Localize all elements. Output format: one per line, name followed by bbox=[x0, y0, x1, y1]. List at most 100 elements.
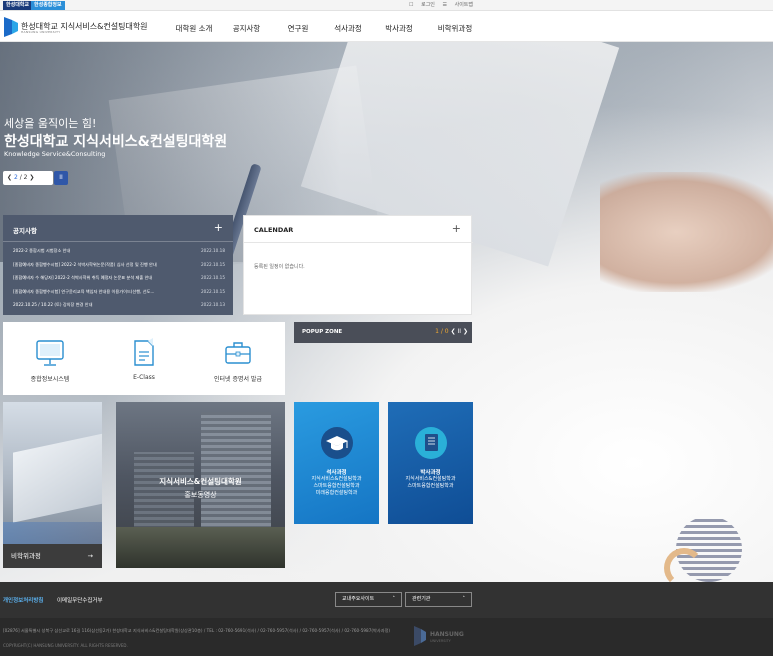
document-icon bbox=[134, 338, 154, 366]
privacy-policy-link[interactable]: 개인정보처리방침 bbox=[3, 596, 43, 604]
doctoral-dept: 스마트융합컨설팅학과 bbox=[407, 483, 454, 489]
slide-pager: ❮ 2 / 2 ❯ bbox=[3, 171, 53, 185]
main-nav: 대학원 소개 공지사항 연구원 석사과정 박사과정 비학위과정 bbox=[168, 23, 485, 34]
notice-item[interactable]: 2022.10.25 / 10.22 (토) 강의장 변경 안내 2022.10.… bbox=[13, 301, 225, 315]
doctoral-dept: 지식서비스&컨설팅학과 bbox=[405, 476, 456, 482]
notice-list: 2022-2 종합시험 시험장소 안내 2022.10.18 [종합예비자 종합행… bbox=[13, 247, 225, 315]
nondegree-card-label: 비학위과정 bbox=[11, 552, 41, 560]
masters-title: 석사과정 bbox=[326, 470, 347, 476]
footer-address: [02876] 서울특별시 성북구 삼선교로 16길 116(삼선동2가) 한성… bbox=[3, 628, 391, 633]
footer-logo-icon bbox=[414, 626, 426, 646]
masters-dept: 스마트융합컨설팅학과 bbox=[313, 483, 360, 489]
hansung-logo-icon[interactable] bbox=[4, 17, 18, 37]
calendar-more-icon[interactable]: + bbox=[452, 222, 461, 235]
site-header: 한성대학교 지식서비스&컨설팅대학원 HANSUNG UNIVERSITY 대학… bbox=[0, 11, 773, 42]
email-refusal-link[interactable]: 이메일무단수집거부 bbox=[57, 596, 103, 604]
popup-counter: 1 / 0 bbox=[435, 328, 449, 335]
pause-button[interactable]: II bbox=[54, 171, 68, 185]
promo-video-subtitle: 홍보동영상 bbox=[184, 491, 217, 499]
popup-controls: 1 / 0 ❮ II ❯ bbox=[435, 328, 468, 335]
calendar-panel: CALENDAR + 등록된 일정이 없습니다. bbox=[243, 215, 473, 315]
footer-copyright: COPYRIGHT(C) HANSUNG UNIVERSITY. ALL RIG… bbox=[3, 643, 128, 648]
notice-item[interactable]: [종합예비자 종합행수시험] 2022-2 석박사학위논문(작품) 심사 선정 … bbox=[13, 261, 225, 275]
masters-dept: 미래융합컨설팅학과 bbox=[315, 490, 358, 496]
notice-item-date: 2022.10.13 bbox=[201, 302, 225, 307]
notice-item-title: [종합예비자 수 해당자] 2022-2 석박사학위 취득 예정자 논문표 분석… bbox=[13, 275, 153, 280]
book-icon bbox=[415, 427, 447, 459]
trees-image bbox=[116, 527, 285, 568]
footer-links-bar: 개인정보처리방침 이메일무단수집거부 교내주요사이트 ˄ 관련기관 ˄ bbox=[0, 582, 773, 618]
notice-item[interactable]: [종합예비자 수 해당자] 2022-2 석박사학위 취득 예정자 논문표 분석… bbox=[13, 274, 225, 288]
promo-video-title: 지식서비스&컨설팅대학원 bbox=[159, 477, 242, 486]
notice-item-title: [종합예비자 종합행수시험] 2022-2 석박사학위논문(작품) 심사 선정 … bbox=[13, 261, 157, 267]
nav-nondegree[interactable]: 비학위과정 bbox=[425, 23, 485, 34]
hero-subtitle: Knowledge Service&Consulting bbox=[4, 150, 106, 158]
utility-links: ☐ 로그인 ☰ 사이트맵 bbox=[403, 1, 473, 10]
graduation-cap-icon bbox=[321, 427, 353, 459]
footer-logo-text: HANSUNG bbox=[430, 631, 464, 638]
pager-current: 2 bbox=[13, 174, 18, 181]
related-orgs-label: 관련기관 bbox=[412, 596, 431, 602]
doctoral-depts: 지식서비스&컨설팅학과 스마트융합컨설팅학과 bbox=[388, 476, 473, 490]
related-orgs-select[interactable]: 관련기관 ˄ bbox=[405, 592, 472, 607]
campus-sites-label: 교내주요사이트 bbox=[342, 596, 375, 602]
notice-panel: 공지사항 + 2022-2 종합시험 시험장소 안내 2022.10.18 [종합… bbox=[3, 215, 233, 315]
divider bbox=[244, 242, 473, 243]
monitor-icon bbox=[36, 340, 64, 366]
arrow-right-icon: → bbox=[87, 552, 93, 560]
quick-link-eclass[interactable]: E-Class bbox=[97, 322, 191, 395]
nav-masters[interactable]: 석사과정 bbox=[323, 23, 373, 34]
portal-tab[interactable]: 한성종합정보 bbox=[31, 1, 65, 10]
popup-prev-icon[interactable]: ❮ bbox=[451, 328, 458, 335]
briefcase-icon bbox=[225, 342, 251, 364]
nondegree-card-bar[interactable]: 비학위과정 → bbox=[3, 544, 102, 568]
prev-slide-icon[interactable]: ❮ bbox=[7, 174, 12, 181]
footer-logo-subtext: UNIVERSITY bbox=[430, 639, 451, 643]
pager-total: 2 bbox=[23, 174, 28, 181]
login-link[interactable]: ☐ 로그인 bbox=[409, 2, 435, 8]
popup-zone: POPUP ZONE 1 / 0 ❮ II ❯ bbox=[294, 322, 472, 343]
building-image bbox=[201, 412, 271, 532]
univ-tab[interactable]: 한성대학교 bbox=[3, 1, 33, 10]
nav-research[interactable]: 연구원 bbox=[273, 23, 323, 34]
divider bbox=[3, 241, 233, 242]
chevron-up-icon: ˄ bbox=[392, 596, 396, 602]
utility-bar: 한성대학교 한성종합정보 ☐ 로그인 ☰ 사이트맵 bbox=[0, 0, 773, 11]
quick-link-portal[interactable]: 종합정보시스템 bbox=[3, 322, 97, 395]
nav-about[interactable]: 대학원 소개 bbox=[168, 23, 220, 34]
notice-more-icon[interactable]: + bbox=[214, 221, 223, 234]
quick-link-label: 인터넷 증명서 발급 bbox=[214, 376, 262, 383]
quick-link-certificate[interactable]: 인터넷 증명서 발급 bbox=[191, 322, 285, 395]
notice-item-date: 2022.10.15 bbox=[201, 261, 225, 267]
hero-slogan: 세상을 움직이는 힘! bbox=[4, 117, 97, 130]
notice-item-title: 2022.10.25 / 10.22 (토) 강의장 변경 안내 bbox=[13, 302, 93, 307]
site-footer: [02876] 서울특별시 성북구 삼선교로 16길 116(삼선동2가) 한성… bbox=[0, 618, 773, 656]
laptop-image bbox=[13, 431, 102, 523]
popup-zone-title: POPUP ZONE bbox=[302, 329, 343, 335]
notice-item-date: 2022.10.18 bbox=[201, 248, 225, 253]
quick-link-label: 종합정보시스템 bbox=[30, 376, 70, 383]
promo-video-card[interactable]: 지식서비스&컨설팅대학원 홍보동영상 bbox=[116, 402, 285, 568]
popup-next-icon[interactable]: ❯ bbox=[463, 328, 468, 335]
logo-subtext: HANSUNG UNIVERSITY bbox=[21, 30, 61, 34]
chevron-up-icon: ˄ bbox=[462, 596, 466, 602]
masters-card[interactable]: 석사과정 지식서비스&컨설팅학과 스마트융합컨설팅학과 미래융합컨설팅학과 bbox=[294, 402, 379, 524]
campus-sites-select[interactable]: 교내주요사이트 ˄ bbox=[335, 592, 402, 607]
notice-item-date: 2022.10.15 bbox=[201, 275, 225, 280]
popup-pause-icon[interactable]: II bbox=[458, 328, 462, 335]
notice-item[interactable]: [종합예비자 종합행수시험] 연구윤리교육 책임자 안내용 이용가이드(선행, … bbox=[13, 288, 225, 302]
login-label: 로그인 bbox=[421, 2, 435, 8]
next-slide-icon[interactable]: ❯ bbox=[29, 174, 34, 181]
sitemap-link[interactable]: ☰ 사이트맵 bbox=[443, 2, 473, 8]
sitemap-label: 사이트맵 bbox=[454, 2, 473, 8]
notice-item-title: 2022-2 종합시험 시험장소 안내 bbox=[13, 248, 71, 253]
hero-bg-hand bbox=[600, 172, 773, 292]
nav-notice[interactable]: 공지사항 bbox=[220, 23, 273, 34]
nav-doctoral[interactable]: 박사과정 bbox=[373, 23, 425, 34]
notice-item-date: 2022.10.15 bbox=[201, 288, 225, 294]
hero-title: 한성대학교 지식서비스&컨설팅대학원 bbox=[4, 134, 228, 150]
notice-title: 공지사항 bbox=[13, 227, 37, 235]
doctoral-card[interactable]: 박사과정 지식서비스&컨설팅학과 스마트융합컨설팅학과 bbox=[388, 402, 473, 524]
notice-item[interactable]: 2022-2 종합시험 시험장소 안내 2022.10.18 bbox=[13, 247, 225, 261]
doctoral-title: 박사과정 bbox=[420, 470, 441, 476]
